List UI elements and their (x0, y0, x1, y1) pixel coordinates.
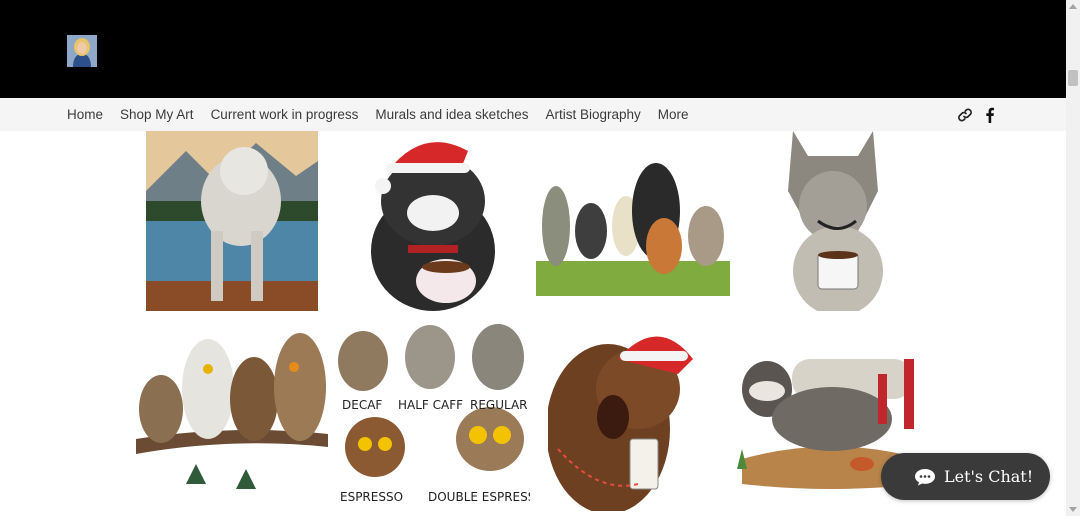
gallery-item[interactable] (136, 319, 328, 511)
facebook-icon[interactable] (982, 107, 998, 123)
scrollbar-thumb[interactable] (1068, 70, 1078, 86)
shaggy-dog-mountain-lake-painting-icon (146, 131, 318, 311)
scroll-up-icon[interactable] (1069, 4, 1077, 9)
scroll-down-icon[interactable] (1069, 507, 1077, 512)
nav-artist-biography[interactable]: Artist Biography (545, 107, 640, 122)
nav-shop-my-art[interactable]: Shop My Art (120, 107, 194, 122)
caption-double-espresso: DOUBLE ESPRESSO (428, 490, 530, 504)
black-cat-santa-hat-coffee-icon (328, 131, 528, 311)
caption-half-caff: HALF CAFF (398, 398, 463, 412)
nav-home[interactable]: Home (67, 107, 103, 122)
site-header (0, 0, 1066, 98)
caption-regular: REGULAR (470, 398, 528, 412)
chat-bubble-icon (915, 468, 935, 485)
nav-current-work[interactable]: Current work in progress (211, 107, 359, 122)
gallery-item[interactable] (146, 131, 318, 311)
gallery-item[interactable] (536, 131, 730, 311)
page-scrollbar[interactable] (1066, 0, 1080, 516)
owl-coffee-chart-icon: DECAF HALF CAFF REGULAR ESPRESSO DOUBLE … (330, 319, 530, 511)
gallery-item[interactable] (548, 319, 730, 511)
chat-label: Let's Chat! (944, 467, 1034, 486)
animal-bluegrass-band-icon (536, 131, 730, 311)
chat-button[interactable]: Let's Chat! (881, 453, 1050, 500)
gallery-item[interactable] (328, 131, 528, 311)
gallery-item[interactable] (738, 131, 930, 311)
roaring-bear-santa-hat-coffee-icon (548, 319, 730, 511)
wolf-with-coffee-mug-icon (738, 131, 930, 311)
profile-photo-icon[interactable] (67, 35, 97, 67)
owls-on-branch-with-coffee-icon (136, 319, 328, 511)
gallery-item[interactable]: DECAF HALF CAFF REGULAR ESPRESSO DOUBLE … (330, 319, 530, 511)
nav-more[interactable]: More (658, 107, 689, 122)
caption-espresso: ESPRESSO (340, 490, 403, 504)
nav-murals[interactable]: Murals and idea sketches (375, 107, 528, 122)
caption-decaf: DECAF (342, 398, 382, 412)
link-icon[interactable] (957, 107, 973, 123)
main-navigation: Home Shop My Art Current work in progres… (0, 98, 1066, 131)
